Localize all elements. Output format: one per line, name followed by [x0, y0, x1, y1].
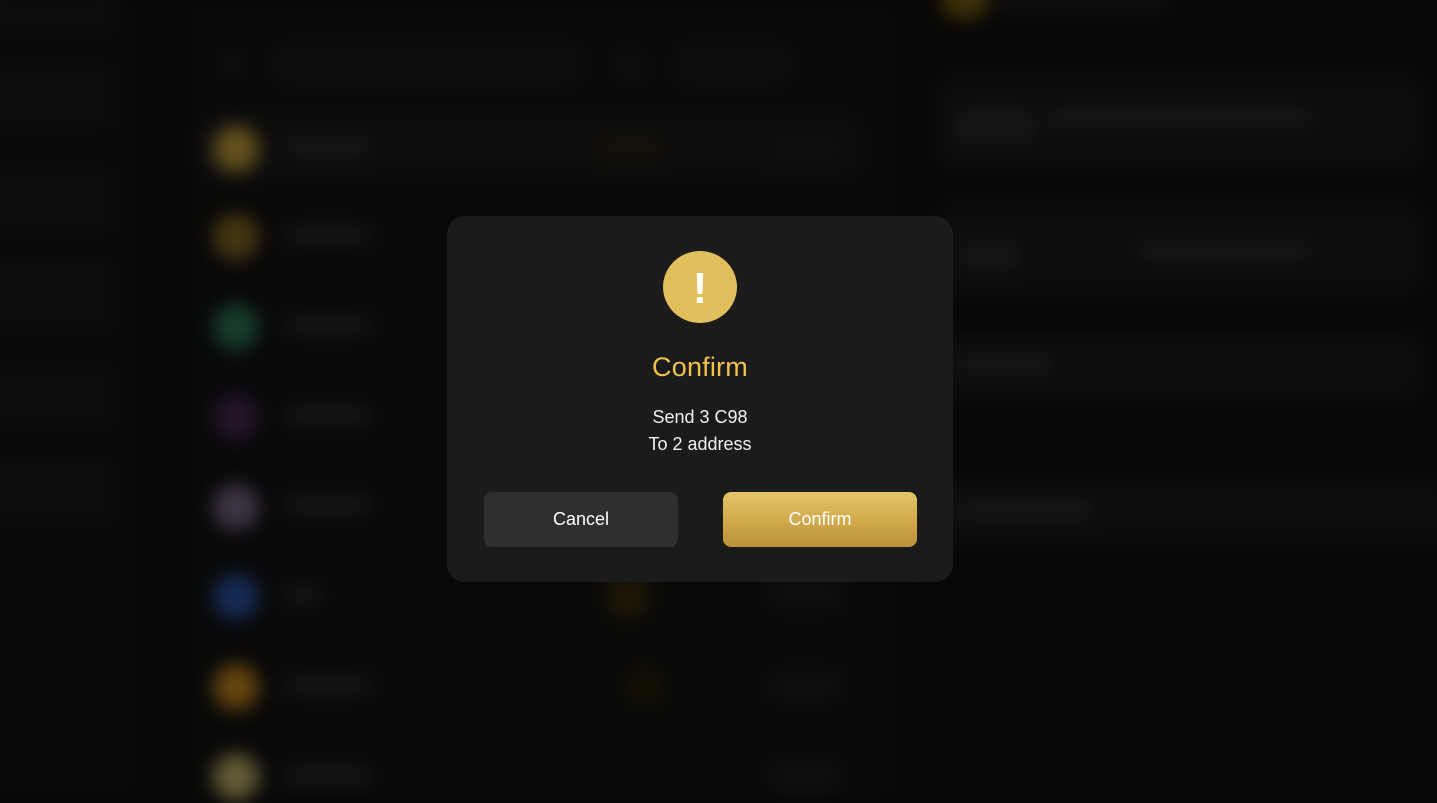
exclamation-glyph: ! [693, 264, 708, 313]
dialog-message-amount: Send 3 C98 [652, 407, 748, 427]
cancel-button[interactable]: Cancel [484, 492, 678, 547]
dialog-message-recipients: To 2 address [648, 434, 752, 454]
confirm-button[interactable]: Confirm [723, 492, 917, 547]
dialog-title: Confirm [652, 352, 748, 382]
confirm-dialog: ! Confirm Send 3 C98 To 2 address Cancel… [447, 216, 953, 582]
app-screen: ! Confirm Send 3 C98 To 2 address Cancel… [0, 0, 1437, 803]
warning-icon: ! [663, 251, 737, 323]
